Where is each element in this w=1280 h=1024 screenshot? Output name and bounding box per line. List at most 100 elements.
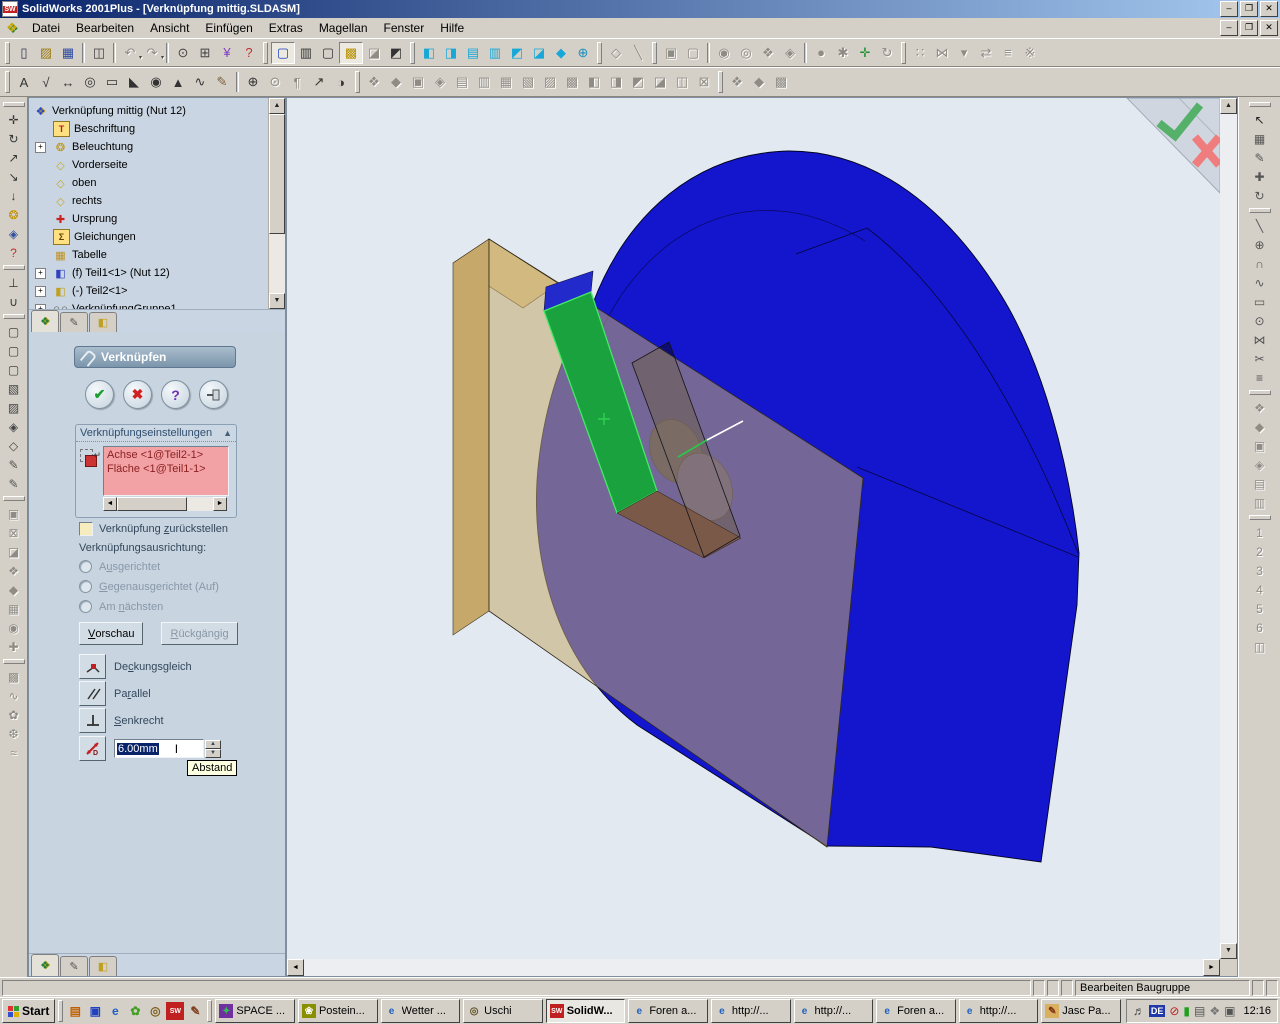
toolbar-grip[interactable] (901, 42, 906, 64)
no-solve-icon[interactable]: ↻ (1248, 186, 1272, 205)
language-indicator[interactable]: DE (1149, 1005, 1166, 1017)
relation-f-icon[interactable]: ▥ (1248, 493, 1272, 512)
task-button-icq[interactable]: ❀Postein... (298, 999, 378, 1023)
tool-j-icon[interactable]: ∿ (2, 686, 26, 705)
named-view-4-icon[interactable]: 4 (1248, 580, 1272, 599)
selection-scrollbar[interactable]: ◄ ► (103, 497, 227, 511)
cut-extrude-icon[interactable]: ▣ (407, 72, 429, 92)
mate-icon[interactable]: ● (810, 43, 832, 63)
ql-notes-icon[interactable]: ▤ (66, 1002, 84, 1020)
minimize-button[interactable]: – (1220, 1, 1238, 17)
expand-icon[interactable]: + (35, 142, 46, 153)
named-view-5-icon[interactable]: 5 (1248, 599, 1272, 618)
undo-icon[interactable]: ↶▾ (119, 43, 141, 63)
wireframe-icon[interactable]: ▢ (271, 42, 295, 64)
select-pointer-icon[interactable]: ↖ (1248, 110, 1272, 129)
hide-component-icon[interactable]: ❖ (757, 43, 779, 63)
3d-sketch-icon[interactable]: ✎ (2, 474, 26, 493)
circle-icon[interactable]: ⊕ (1248, 235, 1272, 254)
toolbar-grip[interactable] (3, 314, 25, 319)
extrude-icon[interactable]: ❖ (363, 72, 385, 92)
cube-view-7-icon[interactable]: ◇ (2, 436, 26, 455)
menu-datei[interactable]: Datei (24, 19, 68, 37)
scroll-up-icon[interactable]: ▲ (269, 98, 285, 114)
cube-view-2-icon[interactable]: ▢ (2, 341, 26, 360)
ql-solidworks-icon[interactable]: SW (166, 1002, 184, 1020)
suppress-icon[interactable]: ◈ (779, 43, 801, 63)
grid-icon[interactable]: ⊞ (194, 43, 216, 63)
mdi-close-button[interactable]: ✕ (1260, 20, 1278, 36)
viewport-vscrollbar[interactable]: ▲ ▼ (1220, 98, 1237, 959)
sweep-icon[interactable]: ◨ (605, 72, 627, 92)
tree-item[interactable]: TBeschriftung (33, 120, 285, 138)
task-button-ie[interactable]: ehttp://... (711, 999, 791, 1023)
loft-icon[interactable]: ◧ (583, 72, 605, 92)
mdi-restore-button[interactable]: ❐ (1240, 20, 1258, 36)
printer-icon[interactable]: ▤ (1194, 1004, 1205, 1018)
pin-button[interactable] (199, 380, 228, 409)
tree-item[interactable]: ΣGleichungen (33, 228, 285, 246)
selection-entry[interactable]: Achse <1@Teil2-1> (107, 448, 225, 462)
task-button-jasc-paint[interactable]: ✎Jasc Pa... (1041, 999, 1121, 1023)
hidden-lines-visible-icon[interactable]: ▥ (295, 43, 317, 63)
trim-icon[interactable]: ✂ (1248, 349, 1272, 368)
zoom-to-fit-icon[interactable]: ✛ (2, 110, 26, 129)
cut-revolve-icon[interactable]: ◈ (429, 72, 451, 92)
toolbar-grip[interactable] (1249, 515, 1271, 520)
edit-assembly-icon[interactable]: ◎ (735, 43, 757, 63)
arc-icon[interactable]: ∩ (1248, 254, 1272, 273)
pattern-icon[interactable]: ⊠ (693, 72, 715, 92)
tool-k-icon[interactable]: ✿ (2, 705, 26, 724)
tree-item[interactable]: ◇oben (33, 174, 285, 192)
circular-pattern-icon[interactable]: ◆ (748, 72, 770, 92)
hole-wizard-icon[interactable]: ▩ (561, 72, 583, 92)
view-normal-to-icon[interactable]: ⊕ (572, 43, 594, 63)
mirror-feature-icon[interactable]: ▩ (770, 72, 792, 92)
task-button-search[interactable]: ◎Uschi (463, 999, 543, 1023)
multi-jog-icon[interactable]: ↗ (308, 72, 330, 92)
mate-group-icon[interactable]: ∪ (2, 292, 26, 311)
chamfer-icon[interactable]: ▥ (473, 72, 495, 92)
save-icon[interactable]: ▦ (57, 43, 79, 63)
ql-icq-icon[interactable]: ✿ (126, 1002, 144, 1020)
mirror-sketch-icon[interactable]: ⋈ (1248, 330, 1272, 349)
hole-callout-icon[interactable]: ⊙ (264, 72, 286, 92)
tree-item[interactable]: ◇Vorderseite (33, 156, 285, 174)
named-view-7-icon[interactable]: ◫ (1248, 637, 1272, 656)
scheduler-icon[interactable]: ❖ (1209, 1004, 1220, 1018)
toolbar-grip[interactable] (597, 42, 602, 64)
tree-item[interactable]: ▦Tabelle (33, 246, 285, 264)
redo-icon[interactable]: ↷▾ (141, 43, 163, 63)
insert-component-icon[interactable]: ▾ (953, 43, 975, 63)
dimension-icon[interactable]: ↔ (57, 72, 79, 92)
toolbar-grip[interactable] (5, 71, 10, 93)
help-button[interactable]: ? (161, 380, 190, 409)
tool-g-icon[interactable]: ◉ (2, 618, 26, 637)
smart-fasteners-icon[interactable]: ✱ (832, 43, 854, 63)
close-button[interactable]: ✕ (1260, 1, 1278, 17)
expand-icon[interactable]: + (35, 304, 46, 310)
tool-e-icon[interactable]: ◆ (2, 580, 26, 599)
toolbar-grip[interactable] (3, 496, 25, 501)
menu-bearbeiten[interactable]: Bearbeiten (68, 19, 142, 37)
expand-icon[interactable]: + (35, 268, 46, 279)
view-isometric-icon[interactable]: ◆ (550, 43, 572, 63)
ql-search-icon[interactable]: ◎ (146, 1002, 164, 1020)
named-view-6-icon[interactable]: 6 (1248, 618, 1272, 637)
menu-ansicht[interactable]: Ansicht (142, 19, 197, 37)
tree-item[interactable]: +◧(f) Teil1<1> (Nut 12) (33, 264, 285, 282)
relation-e-icon[interactable]: ▤ (1248, 474, 1272, 493)
sketch-grid-icon[interactable]: ▦ (1248, 129, 1272, 148)
rotate-component-icon[interactable]: ↻ (876, 43, 898, 63)
relation-a-icon[interactable]: ❖ (1248, 398, 1272, 417)
spin-up-icon[interactable]: ▲ (205, 740, 221, 749)
mate-selection-list[interactable]: Achse <1@Teil2-1>Fläche <1@Teil1-1> (103, 446, 229, 496)
cosmetic-thread-icon[interactable]: ∿ (189, 72, 211, 92)
rectangle-icon[interactable]: ▭ (1248, 292, 1272, 311)
task-button-ie[interactable]: eWetter ... (381, 999, 461, 1023)
select-icon[interactable]: ⊙ (172, 43, 194, 63)
view-top-icon[interactable]: ◩ (506, 43, 528, 63)
defer-mate-checkbox[interactable] (79, 522, 93, 536)
menu-hilfe[interactable]: Hilfe (432, 19, 472, 37)
centermark-icon[interactable]: ⊕ (242, 72, 264, 92)
